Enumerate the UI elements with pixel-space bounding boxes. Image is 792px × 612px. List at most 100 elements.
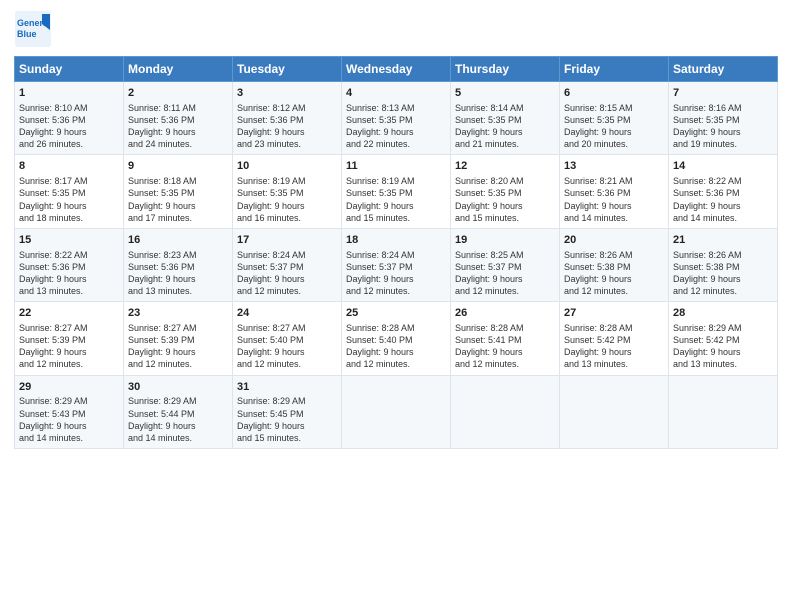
day-number: 13 <box>564 159 664 174</box>
day-info: Sunset: 5:35 PM <box>564 114 664 126</box>
day-number: 31 <box>237 380 337 395</box>
day-info: Sunrise: 8:19 AM <box>237 175 337 187</box>
day-info: Sunrise: 8:24 AM <box>346 249 446 261</box>
day-info: Sunset: 5:39 PM <box>128 334 228 346</box>
header-day-monday: Monday <box>124 57 233 82</box>
day-number: 26 <box>455 306 555 321</box>
calendar-cell: 10Sunrise: 8:19 AMSunset: 5:35 PMDayligh… <box>233 155 342 228</box>
day-number: 23 <box>128 306 228 321</box>
day-info: Daylight: 9 hours <box>455 126 555 138</box>
day-number: 14 <box>673 159 773 174</box>
day-info: and 21 minutes. <box>455 138 555 150</box>
day-info: Sunrise: 8:18 AM <box>128 175 228 187</box>
day-number: 19 <box>455 233 555 248</box>
day-number: 5 <box>455 86 555 101</box>
calendar-cell: 12Sunrise: 8:20 AMSunset: 5:35 PMDayligh… <box>451 155 560 228</box>
day-number: 12 <box>455 159 555 174</box>
day-number: 18 <box>346 233 446 248</box>
calendar-cell: 9Sunrise: 8:18 AMSunset: 5:35 PMDaylight… <box>124 155 233 228</box>
day-info: Sunset: 5:42 PM <box>564 334 664 346</box>
calendar-cell: 23Sunrise: 8:27 AMSunset: 5:39 PMDayligh… <box>124 302 233 375</box>
day-info: Sunrise: 8:21 AM <box>564 175 664 187</box>
calendar-cell: 16Sunrise: 8:23 AMSunset: 5:36 PMDayligh… <box>124 228 233 301</box>
day-info: and 12 minutes. <box>19 358 119 370</box>
day-info: Sunset: 5:42 PM <box>673 334 773 346</box>
day-info: Sunset: 5:36 PM <box>564 187 664 199</box>
day-info: Sunrise: 8:24 AM <box>237 249 337 261</box>
day-info: and 14 minutes. <box>19 432 119 444</box>
day-info: Daylight: 9 hours <box>19 273 119 285</box>
day-info: and 23 minutes. <box>237 138 337 150</box>
calendar-cell: 26Sunrise: 8:28 AMSunset: 5:41 PMDayligh… <box>451 302 560 375</box>
day-info: Sunset: 5:36 PM <box>19 261 119 273</box>
day-info: Daylight: 9 hours <box>237 126 337 138</box>
calendar-cell: 28Sunrise: 8:29 AMSunset: 5:42 PMDayligh… <box>669 302 778 375</box>
svg-text:Blue: Blue <box>17 29 37 39</box>
calendar-week-5: 29Sunrise: 8:29 AMSunset: 5:43 PMDayligh… <box>15 375 778 448</box>
day-info: Sunrise: 8:22 AM <box>19 249 119 261</box>
day-number: 1 <box>19 86 119 101</box>
day-info: Daylight: 9 hours <box>237 200 337 212</box>
day-number: 3 <box>237 86 337 101</box>
calendar-cell: 22Sunrise: 8:27 AMSunset: 5:39 PMDayligh… <box>15 302 124 375</box>
calendar-cell: 11Sunrise: 8:19 AMSunset: 5:35 PMDayligh… <box>342 155 451 228</box>
day-info: and 14 minutes. <box>564 212 664 224</box>
header-day-wednesday: Wednesday <box>342 57 451 82</box>
calendar-cell: 29Sunrise: 8:29 AMSunset: 5:43 PMDayligh… <box>15 375 124 448</box>
day-info: Daylight: 9 hours <box>564 273 664 285</box>
day-info: and 12 minutes. <box>128 358 228 370</box>
day-info: and 17 minutes. <box>128 212 228 224</box>
day-info: Daylight: 9 hours <box>455 273 555 285</box>
day-info: Sunrise: 8:19 AM <box>346 175 446 187</box>
day-number: 29 <box>19 380 119 395</box>
day-info: and 14 minutes. <box>673 212 773 224</box>
day-info: Sunset: 5:35 PM <box>237 187 337 199</box>
day-number: 22 <box>19 306 119 321</box>
day-info: Sunrise: 8:27 AM <box>237 322 337 334</box>
day-number: 25 <box>346 306 446 321</box>
day-info: Sunrise: 8:27 AM <box>128 322 228 334</box>
page-container: GeneralBlue SundayMondayTuesdayWednesday… <box>0 0 792 612</box>
day-info: Sunrise: 8:26 AM <box>673 249 773 261</box>
day-info: and 12 minutes. <box>237 285 337 297</box>
calendar-header: SundayMondayTuesdayWednesdayThursdayFrid… <box>15 57 778 82</box>
day-number: 2 <box>128 86 228 101</box>
day-info: Daylight: 9 hours <box>673 273 773 285</box>
day-info: Sunrise: 8:29 AM <box>673 322 773 334</box>
day-info: and 12 minutes. <box>455 285 555 297</box>
day-info: and 12 minutes. <box>237 358 337 370</box>
day-info: Sunrise: 8:26 AM <box>564 249 664 261</box>
day-info: Daylight: 9 hours <box>346 126 446 138</box>
day-info: Sunrise: 8:29 AM <box>128 395 228 407</box>
day-info: Daylight: 9 hours <box>19 420 119 432</box>
day-info: and 13 minutes. <box>564 358 664 370</box>
day-info: Sunrise: 8:29 AM <box>19 395 119 407</box>
day-info: Sunrise: 8:22 AM <box>673 175 773 187</box>
day-number: 10 <box>237 159 337 174</box>
calendar-cell: 5Sunrise: 8:14 AMSunset: 5:35 PMDaylight… <box>451 82 560 155</box>
day-info: Sunset: 5:37 PM <box>455 261 555 273</box>
day-info: Sunrise: 8:27 AM <box>19 322 119 334</box>
day-info: and 13 minutes. <box>128 285 228 297</box>
day-info: Daylight: 9 hours <box>128 273 228 285</box>
day-number: 20 <box>564 233 664 248</box>
day-info: Daylight: 9 hours <box>237 273 337 285</box>
calendar-cell: 1Sunrise: 8:10 AMSunset: 5:36 PMDaylight… <box>15 82 124 155</box>
day-info: Sunset: 5:36 PM <box>19 114 119 126</box>
day-info: Sunset: 5:38 PM <box>673 261 773 273</box>
calendar-cell: 31Sunrise: 8:29 AMSunset: 5:45 PMDayligh… <box>233 375 342 448</box>
day-info: Sunrise: 8:29 AM <box>237 395 337 407</box>
day-info: and 14 minutes. <box>128 432 228 444</box>
day-info: Sunrise: 8:25 AM <box>455 249 555 261</box>
day-info: Daylight: 9 hours <box>346 273 446 285</box>
day-info: Daylight: 9 hours <box>564 200 664 212</box>
day-info: Sunset: 5:35 PM <box>673 114 773 126</box>
day-info: and 15 minutes. <box>237 432 337 444</box>
day-info: Sunrise: 8:28 AM <box>455 322 555 334</box>
header-day-friday: Friday <box>560 57 669 82</box>
day-info: Sunrise: 8:16 AM <box>673 102 773 114</box>
day-info: Daylight: 9 hours <box>346 200 446 212</box>
day-info: and 24 minutes. <box>128 138 228 150</box>
calendar-cell <box>342 375 451 448</box>
calendar-cell <box>451 375 560 448</box>
